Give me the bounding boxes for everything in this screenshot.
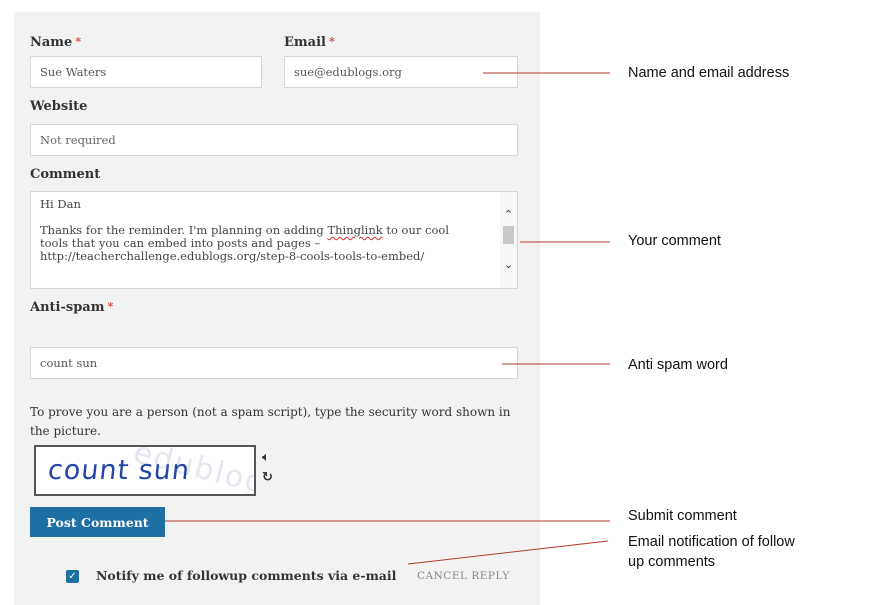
website-label: Website <box>30 99 88 114</box>
annotation-notify-line: up comments <box>628 554 716 570</box>
required-marker: * <box>328 35 335 48</box>
comment-label: Comment <box>30 167 101 182</box>
required-marker: * <box>107 300 114 313</box>
website-input[interactable]: Not required <box>30 124 518 156</box>
annotation-comment: Your comment <box>628 233 721 249</box>
name-input[interactable]: Sue Waters <box>30 56 262 88</box>
comment-line: to our cool <box>382 223 450 237</box>
comment-line: Thanks for the reminder. I'm planning on… <box>40 223 328 237</box>
cancel-reply-link[interactable]: CANCEL REPLY <box>417 570 510 582</box>
annotation-name-email: Name and email address <box>628 65 790 81</box>
annotation-notify-line: Email notification of follow <box>628 534 795 550</box>
post-comment-button[interactable]: Post Comment <box>30 507 165 537</box>
comment-line: http://teacherchallenge.edublogs.org/ste… <box>40 249 425 263</box>
annotation-notify: Email notification of follow up comments <box>628 532 795 572</box>
email-label: Email * <box>284 35 335 50</box>
antispam-input[interactable]: count sun <box>30 347 518 379</box>
comment-line: Hi Dan <box>40 197 81 211</box>
scroll-thumb[interactable] <box>503 226 514 244</box>
name-label: Name * <box>30 35 82 50</box>
required-marker: * <box>75 35 82 48</box>
refresh-icon[interactable]: ↻ <box>262 470 273 485</box>
annotation-antispam: Anti spam word <box>628 357 728 373</box>
check-icon: ✓ <box>68 571 77 582</box>
email-input[interactable]: sue@edublogs.org <box>284 56 518 88</box>
misspelled-word: Thinglink <box>327 223 383 237</box>
notify-checkbox[interactable]: ✓ <box>66 570 79 583</box>
antispam-label: Anti-spam * <box>30 300 114 315</box>
speaker-icon[interactable]: 🔈︎ <box>262 450 270 465</box>
antispam-help-text: To prove you are a person (not a spam sc… <box>30 405 511 438</box>
captcha-word: count sun <box>46 455 192 486</box>
annotation-submit: Submit comment <box>628 508 737 524</box>
scroll-up-icon[interactable]: ⌃ <box>500 206 517 223</box>
comment-textarea[interactable]: Hi Dan Thanks for the reminder. I'm plan… <box>30 191 518 289</box>
comment-scrollbar[interactable]: ⌃ ⌄ <box>500 192 517 288</box>
notify-label[interactable]: Notify me of followup comments via e-mai… <box>96 568 396 583</box>
captcha-image: edublogs count sun <box>34 445 256 496</box>
scroll-down-icon[interactable]: ⌄ <box>500 256 517 273</box>
